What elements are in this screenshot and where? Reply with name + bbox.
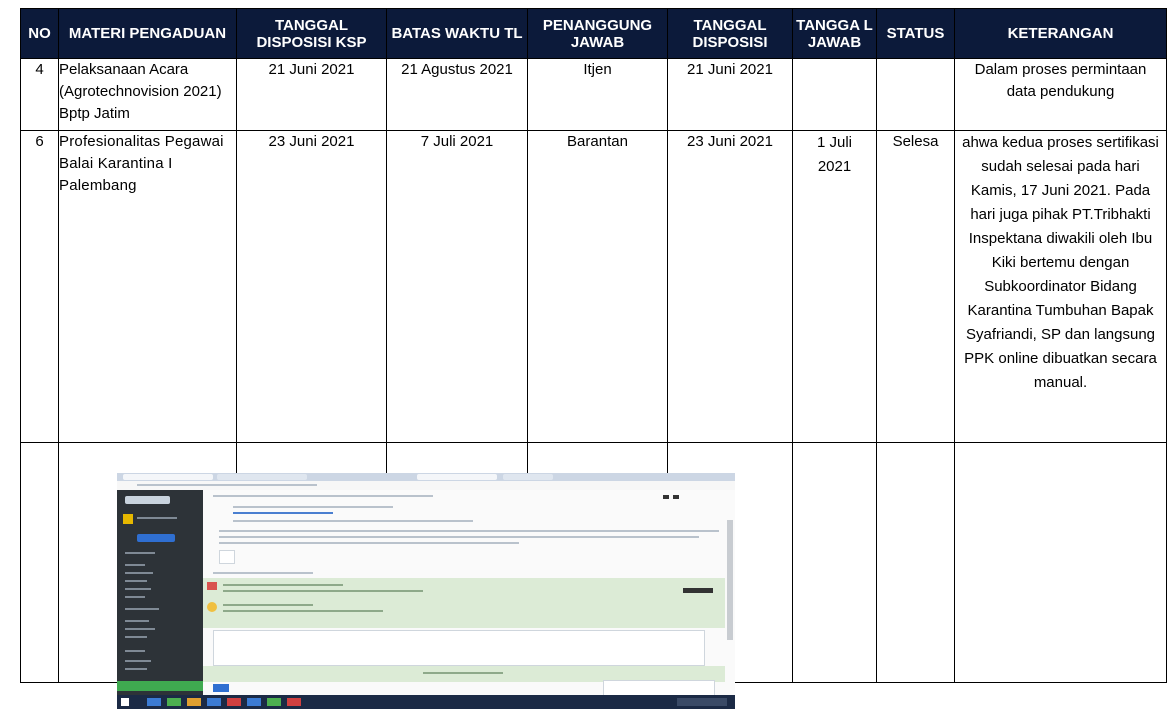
cell-no: 4 [20, 58, 59, 131]
header-keterangan: KETERANGAN [954, 8, 1167, 59]
cell-tanggal-jawab: 1 Juli 2021 [792, 130, 877, 443]
cell-tanggal-jawab [792, 58, 877, 131]
browser-tab-bar [117, 473, 735, 481]
cell-tanggal-disposisi: 21 Juni 2021 [667, 58, 793, 131]
cell-tanggal-disposisi: 23 Juni 2021 [667, 130, 793, 443]
cell-batas-waktu: 21 Agustus 2021 [386, 58, 528, 131]
app-main-area [203, 490, 735, 696]
evidence-screenshot-image [117, 473, 735, 709]
table-header-row: NO MATERI PENGADUAN TANGGAL DISPOSISI KS… [20, 8, 1167, 59]
table-row: 6 Profesionalitas Pegawai Balai Karantin… [20, 130, 1167, 443]
header-batas-waktu: BATAS WAKTU TL [386, 8, 528, 59]
cell-no [20, 442, 59, 683]
cell-status [876, 442, 955, 683]
cell-keterangan: Dalam proses permintaan data pendukung [954, 58, 1167, 131]
cell-keterangan [954, 442, 1167, 683]
header-tanggal-jawab: TANGGA L JAWAB [792, 8, 877, 59]
cell-batas-waktu: 7 Juli 2021 [386, 130, 528, 443]
cell-tanggal-ksp: 23 Juni 2021 [236, 130, 387, 443]
cell-tanggal-ksp: 21 Juni 2021 [236, 58, 387, 131]
cell-status: Selesa [876, 130, 955, 443]
app-sidebar [117, 490, 203, 695]
header-tanggal-disposisi: TANGGAL DISPOSISI [667, 8, 793, 59]
cell-keterangan: ahwa kedua proses sertifikasi sudah sele… [954, 130, 1167, 443]
header-tanggal-ksp: TANGGAL DISPOSISI KSP [236, 8, 387, 59]
os-taskbar [117, 695, 735, 709]
cell-no: 6 [20, 130, 59, 443]
header-materi: MATERI PENGADUAN [58, 8, 237, 59]
cell-penanggung-jawab: Itjen [527, 58, 668, 131]
cell-status [876, 58, 955, 131]
cell-materi: Profesionalitas Pegawai Balai Karantina … [58, 130, 237, 443]
cell-tanggal-jawab [792, 442, 877, 683]
table-row: 4 Pelaksanaan Acara (Agrotechnovision 20… [20, 58, 1167, 131]
cell-penanggung-jawab: Barantan [527, 130, 668, 443]
header-status: STATUS [876, 8, 955, 59]
browser-address-bar [117, 481, 735, 490]
header-no: NO [20, 8, 59, 59]
cell-materi: Pelaksanaan Acara (Agrotechnovision 2021… [58, 58, 237, 131]
header-penanggung-jawab: PENANGGUNG JAWAB [527, 8, 668, 59]
